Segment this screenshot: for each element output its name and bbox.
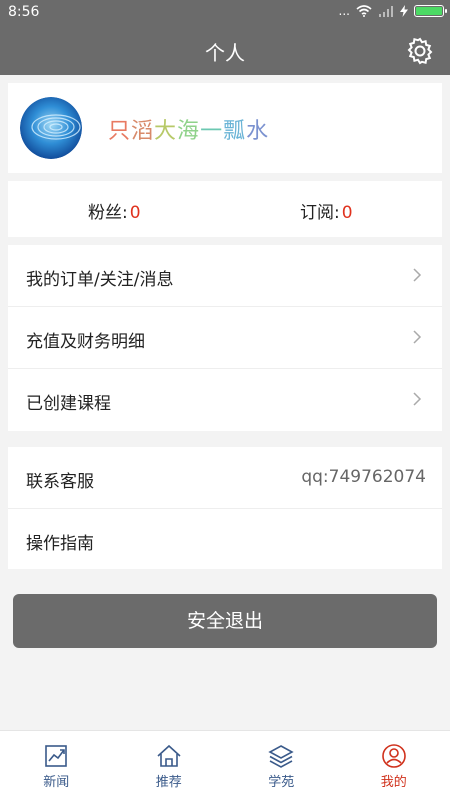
chart-icon <box>45 745 68 767</box>
stats-card: 粉丝: 0 订阅: 0 <box>8 181 442 237</box>
battery-icon <box>414 5 447 17</box>
profile-card[interactable]: 只滔大海一瓢水 <box>8 83 442 173</box>
home-icon <box>157 744 181 767</box>
tab-recommend[interactable]: 推荐 <box>113 731 226 800</box>
username-char: 大 <box>154 119 178 144</box>
menu-item-label: 我的订单/关注/消息 <box>26 270 174 290</box>
status-icons: ... <box>338 4 447 18</box>
bottom-tab-bar: 新闻 推荐 学苑 我的 <box>0 730 450 800</box>
logout-button[interactable]: 安全退出 <box>13 594 437 648</box>
status-bar: 8:56 ... <box>0 0 450 25</box>
fans-count: 0 <box>129 203 141 223</box>
user-icon <box>381 744 406 768</box>
subscriptions-label: 订阅: <box>300 203 340 223</box>
fans-label: 粉丝: <box>88 203 128 223</box>
fans-stat[interactable]: 粉丝: 0 <box>88 198 141 223</box>
username: 只滔大海一瓢水 <box>108 113 269 145</box>
subscriptions-stat[interactable]: 订阅: 0 <box>300 198 353 223</box>
username-char: 一 <box>200 119 224 144</box>
tab-label: 我的 <box>380 775 407 790</box>
avatar[interactable] <box>20 97 82 159</box>
wifi-icon <box>356 5 372 17</box>
contact-support-label: 联系客服 <box>26 472 94 492</box>
menu-item-courses[interactable]: 已创建课程 <box>8 369 442 431</box>
status-time: 8:56 <box>8 4 40 20</box>
contact-qq-value: qq:749762074 <box>301 467 426 487</box>
tab-label: 新闻 <box>43 775 70 790</box>
user-guide-row[interactable]: 操作指南 <box>8 509 442 571</box>
battery-fill <box>416 7 442 15</box>
chevron-right-icon <box>413 392 422 406</box>
menu-item-orders[interactable]: 我的订单/关注/消息 <box>8 245 442 307</box>
cell-signal-icon <box>379 6 393 17</box>
layers-icon <box>268 745 294 768</box>
username-char: 水 <box>246 119 270 144</box>
tab-news[interactable]: 新闻 <box>0 731 113 800</box>
username-char: 只 <box>108 119 132 144</box>
contact-support-row[interactable]: 联系客服 qq:749762074 <box>8 447 442 509</box>
dots-icon: ... <box>338 4 350 18</box>
username-char: 滔 <box>131 119 155 144</box>
menu-item-label: 充值及财务明细 <box>26 332 145 352</box>
tab-academy[interactable]: 学苑 <box>225 731 338 800</box>
avatar-water-image <box>20 97 82 159</box>
info-list: 联系客服 qq:749762074 操作指南 <box>8 447 442 569</box>
tab-mine[interactable]: 我的 <box>338 731 450 800</box>
username-char: 瓢 <box>223 119 247 144</box>
tab-label: 学苑 <box>268 775 295 790</box>
menu-item-finance[interactable]: 充值及财务明细 <box>8 307 442 369</box>
charging-icon <box>400 5 408 17</box>
page-title: 个人 <box>205 41 245 65</box>
user-guide-label: 操作指南 <box>26 534 94 554</box>
chevron-right-icon <box>413 268 422 282</box>
username-char: 海 <box>177 119 201 144</box>
settings-gear-icon[interactable] <box>406 37 434 65</box>
title-bar: 个人 <box>0 25 450 75</box>
menu-item-label: 已创建课程 <box>26 394 111 414</box>
chevron-right-icon <box>413 330 422 344</box>
menu-list: 我的订单/关注/消息 充值及财务明细 已创建课程 <box>8 245 442 431</box>
tab-label: 推荐 <box>155 775 182 790</box>
subscriptions-count: 0 <box>341 203 353 223</box>
